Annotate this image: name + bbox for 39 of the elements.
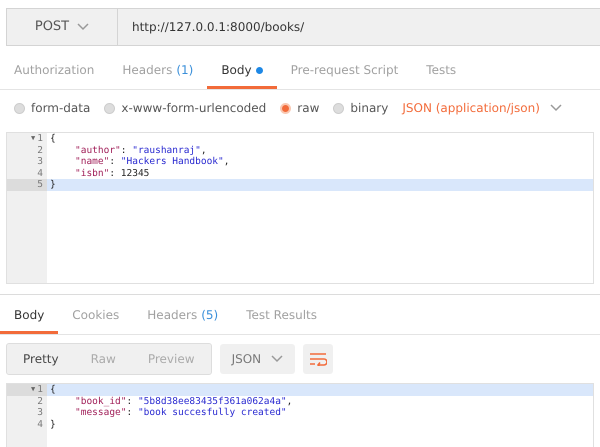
- tab[interactable]: Pre-request Script: [276, 54, 412, 89]
- code-line: "author": "raushanraj",: [74, 144, 208, 156]
- chevron-icon: [550, 104, 562, 112]
- tab[interactable]: Test Results: [232, 299, 332, 334]
- method-dropdown[interactable]: POST: [6, 8, 118, 46]
- chevron-icon: [271, 355, 284, 363]
- code-line: "isbn": 12345: [74, 168, 150, 179]
- url-field[interactable]: http://127.0.0.1:8000/books/: [118, 8, 600, 46]
- line-number: 2: [37, 144, 43, 156]
- line-number: 1: [37, 384, 43, 396]
- code-line: {: [49, 133, 57, 144]
- line-number: 3: [37, 156, 43, 168]
- content-type-dropdown[interactable]: JSON (application/json): [402, 99, 562, 117]
- tab[interactable]: Body: [207, 54, 277, 89]
- tab[interactable]: Body: [0, 299, 58, 334]
- wrap-lines-icon: [309, 352, 328, 366]
- line-number: 2: [37, 396, 43, 407]
- format-dropdown[interactable]: JSON: [220, 344, 296, 374]
- radio-option[interactable]: raw: [280, 99, 320, 117]
- tab[interactable]: Tests: [412, 54, 470, 89]
- radio-option[interactable]: x-www-form-urlencoded: [104, 99, 266, 117]
- view-mode-button[interactable]: Pretty: [7, 344, 75, 374]
- chevron-icon: [77, 23, 90, 31]
- line-number: 1: [37, 133, 43, 144]
- radio-option[interactable]: binary: [333, 99, 388, 117]
- line-number: 4: [37, 168, 43, 179]
- code-line: "message": "book succesfully created": [74, 407, 288, 418]
- radio-option[interactable]: form-data: [14, 99, 90, 117]
- wrap-lines-button[interactable]: [303, 344, 334, 374]
- line-number: 4: [37, 418, 43, 430]
- tab[interactable]: Headers (5): [133, 299, 232, 334]
- line-number: 5: [37, 179, 43, 190]
- line-number: 3: [37, 407, 43, 418]
- code-line: "name": "Hackers Handbook",: [74, 156, 230, 168]
- tab[interactable]: Cookies: [58, 299, 134, 334]
- tab[interactable]: Headers (1): [108, 54, 208, 89]
- tab[interactable]: Authorization: [0, 54, 108, 89]
- code-line: }: [49, 418, 57, 430]
- code-line: "book_id": "5b8d38ee83435f361a062a4a",: [74, 396, 294, 407]
